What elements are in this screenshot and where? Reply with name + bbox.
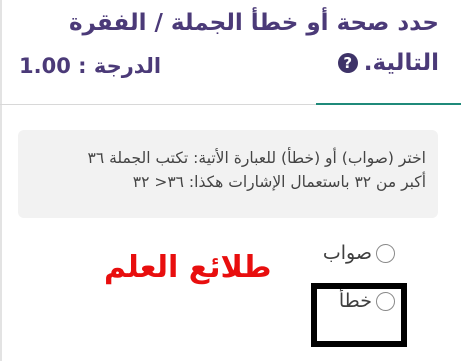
left-frame-border — [0, 0, 2, 361]
question-line-2: أكبر من ٣٢ باستعمال الإشارات هكذا: ٣٦< ٣… — [132, 173, 426, 191]
option-true[interactable]: صواب — [323, 242, 395, 264]
question-text: اختر (صواب) أو (خطأ) للعبارة الأتية: تكت… — [26, 146, 426, 194]
header-accent-line — [316, 103, 461, 105]
radio-true[interactable] — [376, 243, 395, 263]
answer-highlight-box — [311, 283, 407, 347]
grade-label: الدرجة : 1.00 — [19, 54, 162, 78]
question-box: اختر (صواب) أو (خطأ) للعبارة الأتية: تكت… — [18, 130, 438, 218]
option-true-label: صواب — [322, 242, 372, 264]
question-title-line2: التالية. — [363, 50, 439, 76]
question-line-1: اختر (صواب) أو (خطأ) للعبارة الأتية: تكت… — [87, 149, 426, 167]
watermark-text: طلائع العلم — [104, 250, 272, 285]
question-title-continued: التالية. ? — [337, 50, 439, 76]
question-circle-icon[interactable]: ? — [337, 53, 358, 73]
question-title: حدد صحة أو خطأ الجملة / الفقرة — [68, 10, 439, 36]
header-divider — [0, 104, 316, 105]
